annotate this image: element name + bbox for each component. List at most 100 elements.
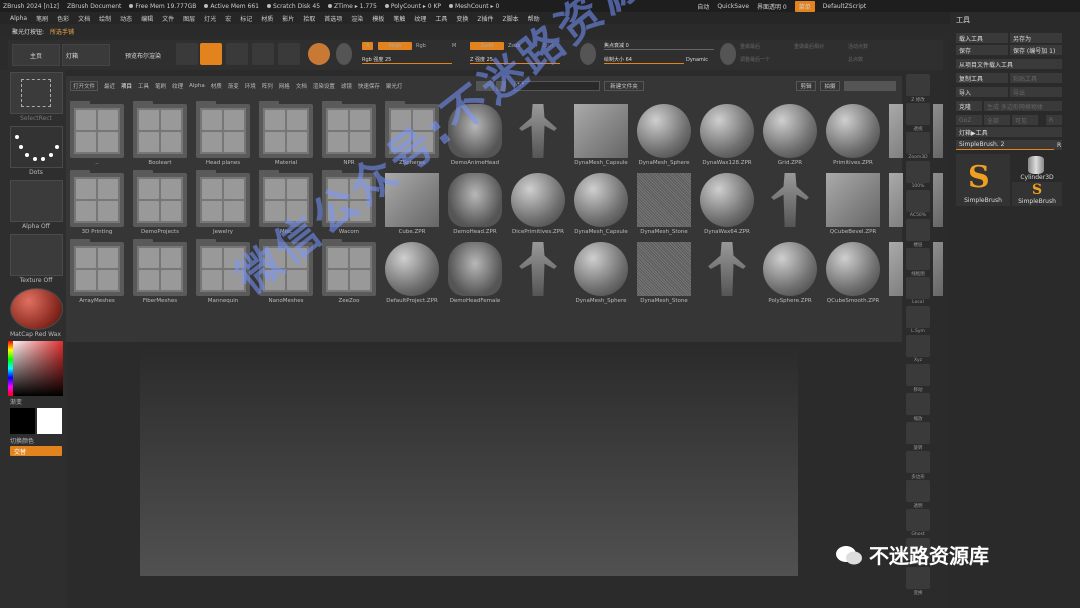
menu-item[interactable]: 影片 xyxy=(282,14,294,23)
lightbox-item[interactable]: DynaMesh_Capsule xyxy=(574,104,628,166)
menu-item[interactable]: Z插件 xyxy=(477,14,493,23)
lightbox-item[interactable]: Dog.ZPR xyxy=(519,242,557,296)
color-picker[interactable] xyxy=(10,341,63,396)
menu-item[interactable]: 图层 xyxy=(183,14,195,23)
lightbox-item[interactable]: .. xyxy=(70,101,124,166)
lightbox-item[interactable]: DemoHead.ZPR xyxy=(448,173,502,235)
menu-item[interactable]: 编辑 xyxy=(141,14,153,23)
lightbox-button[interactable]: 灯箱 xyxy=(62,44,110,66)
primary-color-swatch[interactable] xyxy=(10,408,35,434)
lightbox-item[interactable]: DynaMesh_Stone xyxy=(637,173,691,235)
scale-icon[interactable] xyxy=(252,43,274,65)
lightbox-tab[interactable]: 笔刷 xyxy=(155,82,166,90)
shelf-button[interactable] xyxy=(906,306,930,328)
draw-icon[interactable] xyxy=(200,43,222,65)
m-toggle[interactable]: M xyxy=(452,43,456,49)
lightbox-item[interactable]: DynaMesh_Sphere xyxy=(574,242,628,304)
hue-strip[interactable] xyxy=(8,341,13,396)
lightbox-tab[interactable]: 打开文件 xyxy=(70,81,99,91)
shelf-button[interactable] xyxy=(906,277,930,299)
export-button[interactable]: 导出 xyxy=(1010,87,1062,97)
lightbox-item[interactable]: ArrayMeshes xyxy=(70,239,124,304)
r-small-button[interactable]: R xyxy=(1054,140,1062,150)
lightbox-item[interactable]: DynaMesh_Capsule xyxy=(574,173,628,235)
lightbox-item[interactable]: FiberMeshes xyxy=(133,239,187,304)
rgb-intensity-slider[interactable]: Rgb 强度 25 xyxy=(362,56,452,64)
all-button[interactable]: 全部 xyxy=(984,115,1010,125)
symmetry-d-icon[interactable] xyxy=(720,43,736,65)
select-rect-thumb[interactable] xyxy=(10,72,63,114)
shelf-button[interactable] xyxy=(906,132,930,154)
lightbox-item[interactable]: 3D Printing xyxy=(70,170,124,235)
lightbox-item[interactable]: Booleart xyxy=(133,101,187,166)
redo-last-relative-button[interactable]: 重做最后相对 xyxy=(794,43,824,50)
menu-item[interactable]: 笔触 xyxy=(393,14,405,23)
lightbox-item[interactable]: Grid.ZPR xyxy=(763,104,817,166)
lightbox-tab[interactable]: 项目 xyxy=(121,82,132,90)
lightbox-item[interactable]: Female.ZPR xyxy=(708,242,746,296)
make-polymesh-button[interactable]: 生成 多边形网格物体 xyxy=(984,101,1062,111)
lightbox-item[interactable]: DynaWax64.ZPR xyxy=(700,173,754,235)
lightbox-tab[interactable]: 工具 xyxy=(138,82,149,90)
menu-item[interactable]: Alpha xyxy=(10,15,27,22)
shelf-button[interactable] xyxy=(906,567,930,589)
lightbox-tab[interactable]: 材质 xyxy=(211,82,222,90)
lightbox-item[interactable]: DicePrimitives.ZPR xyxy=(511,173,565,235)
menu-item[interactable]: 工具 xyxy=(435,14,447,23)
menu-item[interactable]: 拾取 xyxy=(303,14,315,23)
shelf-button[interactable] xyxy=(906,190,930,212)
lightbox-tab[interactable]: 快速保存 xyxy=(358,82,380,90)
default-zscript[interactable]: DefaultZScript xyxy=(823,3,866,10)
copy-tool-button[interactable]: 复制工具 xyxy=(956,73,1008,83)
lightbox-tab[interactable]: Alpha xyxy=(189,83,205,89)
texture-thumb[interactable] xyxy=(10,234,63,276)
lightbox-tab[interactable]: 阵列 xyxy=(262,82,273,90)
menu-item[interactable]: 纹理 xyxy=(414,14,426,23)
shelf-button[interactable] xyxy=(906,451,930,473)
save-button[interactable]: 保存 xyxy=(956,45,1008,55)
shelf-button[interactable] xyxy=(906,422,930,444)
menu-button[interactable]: 菜单 xyxy=(794,0,815,12)
redo-last-button[interactable]: 重做最后 xyxy=(740,43,760,50)
shelf-button[interactable] xyxy=(906,509,930,531)
shelf-button[interactable] xyxy=(906,219,930,241)
paste-tool-button[interactable]: 粘贴工具 xyxy=(1010,73,1062,83)
menu-item[interactable]: 首选项 xyxy=(324,14,342,23)
clone-button[interactable]: 克隆 xyxy=(956,101,982,111)
shelf-button[interactable] xyxy=(906,364,930,386)
lightbox-tab[interactable]: 环境 xyxy=(245,82,256,90)
rotate-icon[interactable] xyxy=(278,43,300,65)
current-tool-slider[interactable]: SimpleBrush. 2 xyxy=(956,140,1054,150)
save-increment-button[interactable]: 保存 (编号加 1) xyxy=(1010,45,1062,55)
secondary-color-swatch[interactable] xyxy=(37,408,62,434)
shelf-button[interactable] xyxy=(906,335,930,357)
menu-item[interactable]: 标记 xyxy=(240,14,252,23)
shelf-button[interactable] xyxy=(906,480,930,502)
menu-item[interactable]: 文件 xyxy=(162,14,174,23)
lightbox-item[interactable]: DynaMesh_Stone xyxy=(637,242,691,304)
lightbox-tab[interactable]: 网格 xyxy=(279,82,290,90)
lightbox-item[interactable]: QCubeBevel.ZPR xyxy=(826,173,880,235)
menu-item[interactable]: 变换 xyxy=(456,14,468,23)
menu-item[interactable]: 渲染 xyxy=(351,14,363,23)
matcap-red-wax-thumb[interactable] xyxy=(10,288,63,330)
tweak-last-button[interactable]: 调整最后一个 xyxy=(740,56,770,63)
import-button[interactable]: 导入 xyxy=(956,87,1008,97)
mrgb-toggle[interactable]: Mrgb xyxy=(378,42,412,50)
shelf-button[interactable] xyxy=(906,161,930,183)
lightbox-tab[interactable]: 渐变 xyxy=(228,82,239,90)
alpha-thumb[interactable] xyxy=(10,180,63,222)
visible-button[interactable]: 可见 xyxy=(1012,115,1038,125)
menu-item[interactable]: 宏 xyxy=(225,14,231,23)
lightbox-item[interactable]: Male.ZPR xyxy=(771,173,809,227)
lightbox-item[interactable]: DemoProjects xyxy=(133,170,187,235)
load-tool-button[interactable]: 载入工具 xyxy=(956,33,1008,43)
swap-color-button[interactable]: 交替 xyxy=(10,446,62,456)
save-as-button[interactable]: 另存为 xyxy=(1010,33,1062,43)
lightbox-tab[interactable]: 滤镜 xyxy=(341,82,352,90)
shelf-button[interactable] xyxy=(906,103,930,125)
lightbox-tab[interactable]: 纹理 xyxy=(172,82,183,90)
dots-stroke-thumb[interactable] xyxy=(10,126,63,168)
lightbox-tab[interactable]: 渲染设置 xyxy=(313,82,335,90)
lightbox-item[interactable]: Material xyxy=(259,101,313,166)
